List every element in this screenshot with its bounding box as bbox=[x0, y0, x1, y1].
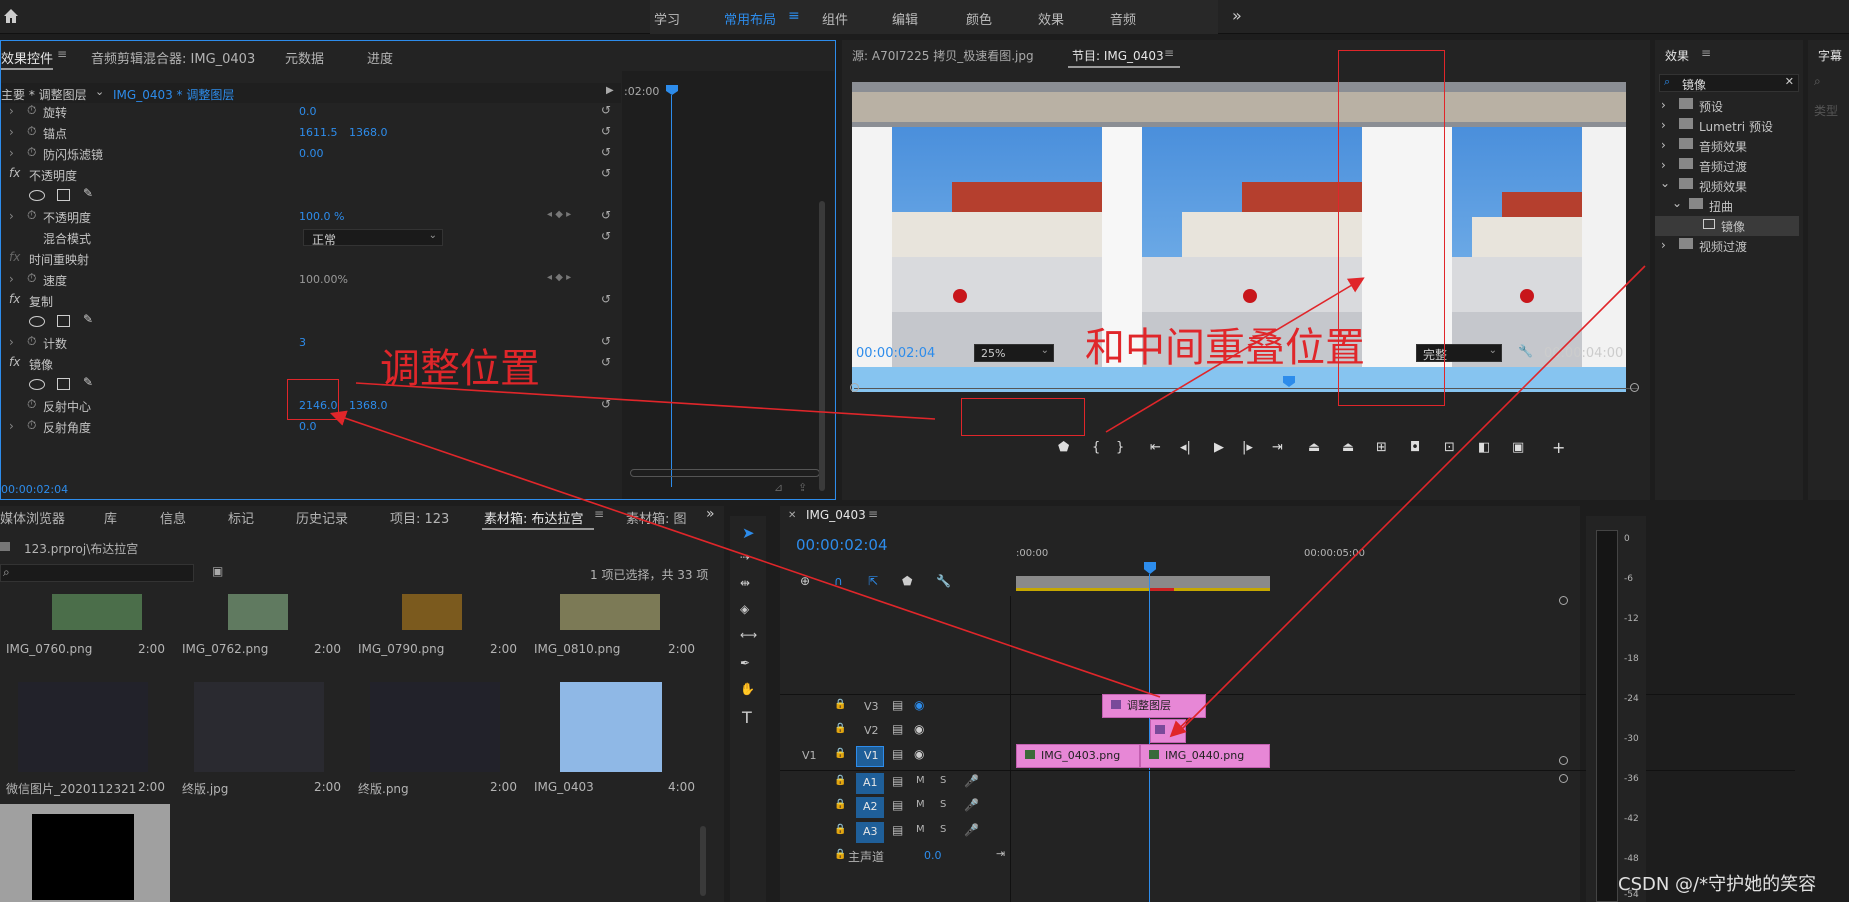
watermark: CSDN @/*守护她的笑容 bbox=[1618, 874, 1817, 895]
annotation-arrows bbox=[329, 265, 1646, 738]
